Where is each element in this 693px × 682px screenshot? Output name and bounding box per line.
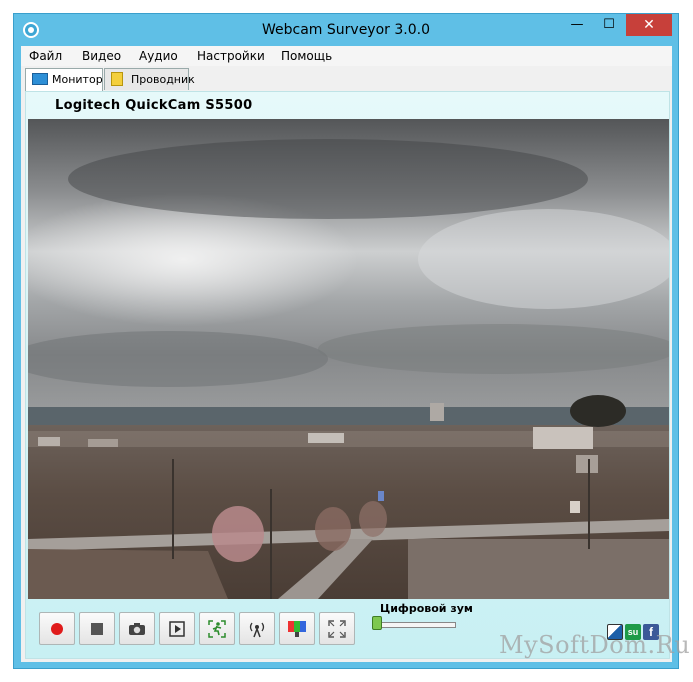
menu-bar: Файл Видео Аудио Настройки Помощь — [21, 46, 672, 66]
close-button[interactable]: ✕ — [626, 14, 672, 36]
tab-explorer-label: Проводник — [131, 73, 195, 86]
color-settings-button[interactable] — [279, 612, 315, 645]
digital-zoom-label: Цифровой зум — [380, 602, 473, 615]
video-frame — [28, 119, 669, 599]
camera-name: Logitech QuickCam S5500 — [55, 98, 253, 113]
snapshot-button[interactable] — [119, 612, 155, 645]
broadcast-button[interactable] — [239, 612, 275, 645]
playback-icon — [169, 620, 185, 637]
tab-monitor[interactable]: Монитор — [25, 68, 103, 91]
menu-help[interactable]: Помощь — [281, 49, 332, 63]
motion-detect-button[interactable] — [199, 612, 235, 645]
fullscreen-icon — [328, 619, 346, 638]
stop-button[interactable] — [79, 612, 115, 645]
digital-zoom-thumb[interactable] — [372, 616, 382, 630]
color-settings-icon — [288, 620, 306, 637]
camera-video-feed[interactable] — [28, 119, 669, 599]
maximize-button[interactable]: ☐ — [594, 14, 624, 36]
fullscreen-button[interactable] — [319, 612, 355, 645]
stop-icon — [91, 622, 103, 635]
record-icon — [51, 622, 63, 635]
tab-explorer[interactable]: Проводник — [104, 68, 195, 90]
monitor-icon — [32, 73, 48, 85]
title-bar[interactable]: Webcam Surveyor 3.0.0 — ☐ ✕ — [14, 14, 678, 47]
client-area: Файл Видео Аудио Настройки Помощь Монито… — [21, 46, 672, 662]
record-button[interactable] — [39, 612, 75, 645]
monitor-panel: Logitech QuickCam S5500 Цифровой зум su … — [25, 91, 670, 659]
digital-zoom-slider[interactable] — [378, 622, 456, 628]
menu-video[interactable]: Видео — [82, 49, 121, 63]
menu-settings[interactable]: Настройки — [197, 49, 265, 63]
menu-audio[interactable]: Аудио — [139, 49, 178, 63]
snapshot-icon — [129, 622, 145, 635]
folder-icon — [111, 72, 123, 86]
app-window: Webcam Surveyor 3.0.0 — ☐ ✕ Файл Видео А… — [13, 13, 679, 669]
tab-monitor-label: Монитор — [52, 73, 103, 86]
tab-bar: Монитор Проводник — [21, 68, 672, 91]
menu-file[interactable]: Файл — [29, 49, 62, 63]
broadcast-icon — [249, 622, 265, 637]
playback-button[interactable] — [159, 612, 195, 645]
motion-detect-icon — [208, 619, 226, 638]
watermark: MySoftDom.Ru — [499, 631, 691, 659]
minimize-button[interactable]: — — [562, 14, 592, 36]
